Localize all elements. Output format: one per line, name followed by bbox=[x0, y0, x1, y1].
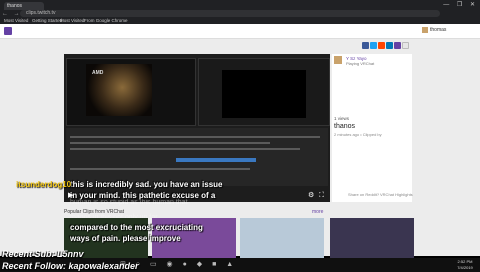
user-name[interactable]: thomas bbox=[430, 27, 446, 34]
caption-line: ways of pain. please improve bbox=[70, 234, 181, 243]
recent-sub-label: Recent Sub: L5nnv bbox=[2, 249, 84, 259]
twitter-icon[interactable] bbox=[370, 42, 377, 49]
bookmark-item[interactable]: From Google Chrome bbox=[84, 17, 128, 24]
settings-icon[interactable]: ⚙ bbox=[308, 190, 314, 202]
twitch-logo-icon[interactable] bbox=[4, 27, 12, 35]
bookmarks-bar: Most Visited Getting Started Most Visite… bbox=[0, 17, 480, 24]
recent-follow-label: Recent Follow: kapowalexander bbox=[2, 261, 139, 271]
fullscreen-icon[interactable]: ⛶ bbox=[319, 190, 324, 202]
reddit-icon[interactable] bbox=[378, 42, 385, 49]
caption-line: this is incredibly sad. you have an issu… bbox=[70, 180, 223, 189]
twitch-share-icon[interactable] bbox=[394, 42, 401, 49]
view-count: 1 views bbox=[334, 116, 350, 121]
video-controls: ▶ ⚙ ⛶ bbox=[64, 190, 330, 202]
twitch-topbar bbox=[0, 24, 480, 39]
clip-thumbnail[interactable] bbox=[240, 218, 324, 258]
address-bar[interactable]: clips.twitch.tv bbox=[20, 10, 440, 17]
timeline-track bbox=[70, 136, 320, 138]
clip-meta: 2 minutes ago • Clipped by bbox=[334, 132, 382, 137]
streamer-game[interactable]: Playing VRChat bbox=[346, 61, 374, 66]
vk-icon[interactable] bbox=[386, 42, 393, 49]
caption-line: compared to the most excruciating bbox=[70, 223, 203, 232]
clock-date: 7/4/2019 bbox=[457, 265, 473, 270]
window-controls[interactable]: — ❐ ✕ bbox=[443, 1, 478, 8]
reddit-share-button[interactable]: Share on Reddit? bbox=[348, 192, 379, 197]
user-avatar[interactable] bbox=[422, 27, 428, 33]
popular-clips-title: Popular Clips from VRChat bbox=[64, 209, 125, 215]
timeline-track bbox=[70, 142, 270, 144]
link-icon[interactable] bbox=[402, 42, 409, 49]
bookmark-item[interactable]: Most Visited bbox=[60, 17, 84, 24]
taskbar-clock: 2:52 PM 7/4/2019 bbox=[452, 259, 478, 271]
popular-clips-link[interactable]: more bbox=[312, 209, 323, 215]
streamer-avatar[interactable] bbox=[334, 56, 342, 64]
program-preview bbox=[222, 70, 306, 118]
bookmark-item[interactable]: Most Visited bbox=[4, 17, 28, 24]
chat-username: itsunderdog10 bbox=[16, 180, 72, 189]
tab-title: thanos bbox=[7, 3, 23, 9]
clip-title: thanos bbox=[334, 123, 356, 130]
highlights-button[interactable]: VRChat Highlights bbox=[380, 192, 413, 197]
facebook-icon[interactable] bbox=[362, 42, 369, 49]
clip-thumbnail[interactable] bbox=[330, 218, 414, 258]
timeline-track bbox=[70, 148, 300, 150]
video-logo: AMD bbox=[92, 70, 104, 76]
timeline-clip bbox=[176, 158, 256, 162]
bookmark-item[interactable]: Getting Started bbox=[32, 17, 62, 24]
play-icon[interactable]: ▶ bbox=[68, 190, 73, 202]
timeline-track bbox=[70, 168, 250, 170]
url-text: clips.twitch.tv bbox=[26, 10, 56, 16]
browser-tab[interactable]: thanos bbox=[4, 2, 44, 10]
editor-timeline bbox=[66, 128, 328, 186]
